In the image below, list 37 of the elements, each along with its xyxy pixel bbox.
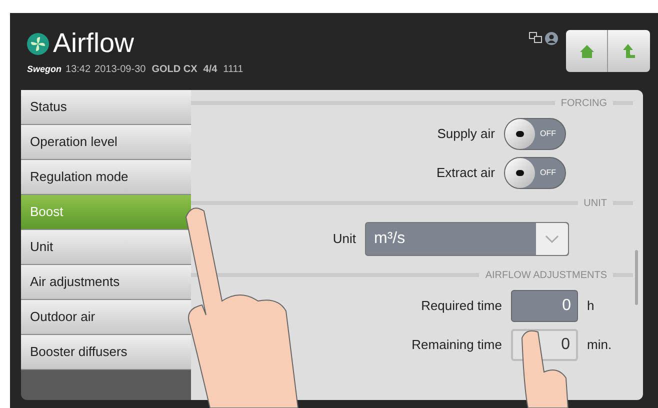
field-label: Required time [421,296,502,315]
menu-item[interactable]: Outdoor air [21,300,191,335]
scrollbar [635,250,638,305]
field-label: Extract air [436,164,495,182]
section-heading: AIRFLOW ADJUSTMENTS [485,268,607,282]
chevron-down-icon [545,235,559,243]
menu-item[interactable]: Air adjustments [21,265,191,300]
fan-logo-icon [27,32,49,54]
menu-item[interactable]: Operation level [21,125,191,160]
brand-logo: Swegon [27,63,62,76]
unit-label: min. [587,336,613,354]
field-label: Unit [332,230,356,248]
date-text: 2013-09-30 [94,63,146,77]
menu-item[interactable]: Unit [21,230,191,265]
menu-item[interactable]: Status [21,90,191,125]
return-arrow-icon [621,43,637,59]
section-heading: UNIT [584,196,607,210]
code-text: 1111 [223,63,244,77]
time-text: 13:42 [66,63,91,77]
field-label: Supply air [437,124,495,143]
unit-dropdown[interactable]: m³/s [365,222,569,256]
screens-icon [529,32,542,43]
toggle-switch[interactable]: OFF [504,118,566,150]
toggle-switch[interactable]: OFF [504,156,566,188]
home-icon [578,44,594,58]
page-title: Airflow [53,30,134,57]
field-label: Remaining time [412,336,502,354]
menu-item[interactable]: Regulation mode [21,160,191,195]
menu-item[interactable]: Booster diffusers [21,335,191,370]
number-field[interactable]: 0 [511,290,578,322]
back-button[interactable] [608,30,650,72]
user-icon [545,32,558,45]
section-heading: FORCING [560,96,607,110]
unit-count-text: 4/4 [203,63,218,77]
unit-label: h [587,296,596,315]
model-text: GOLD CX [152,63,198,77]
home-button[interactable] [566,30,608,72]
